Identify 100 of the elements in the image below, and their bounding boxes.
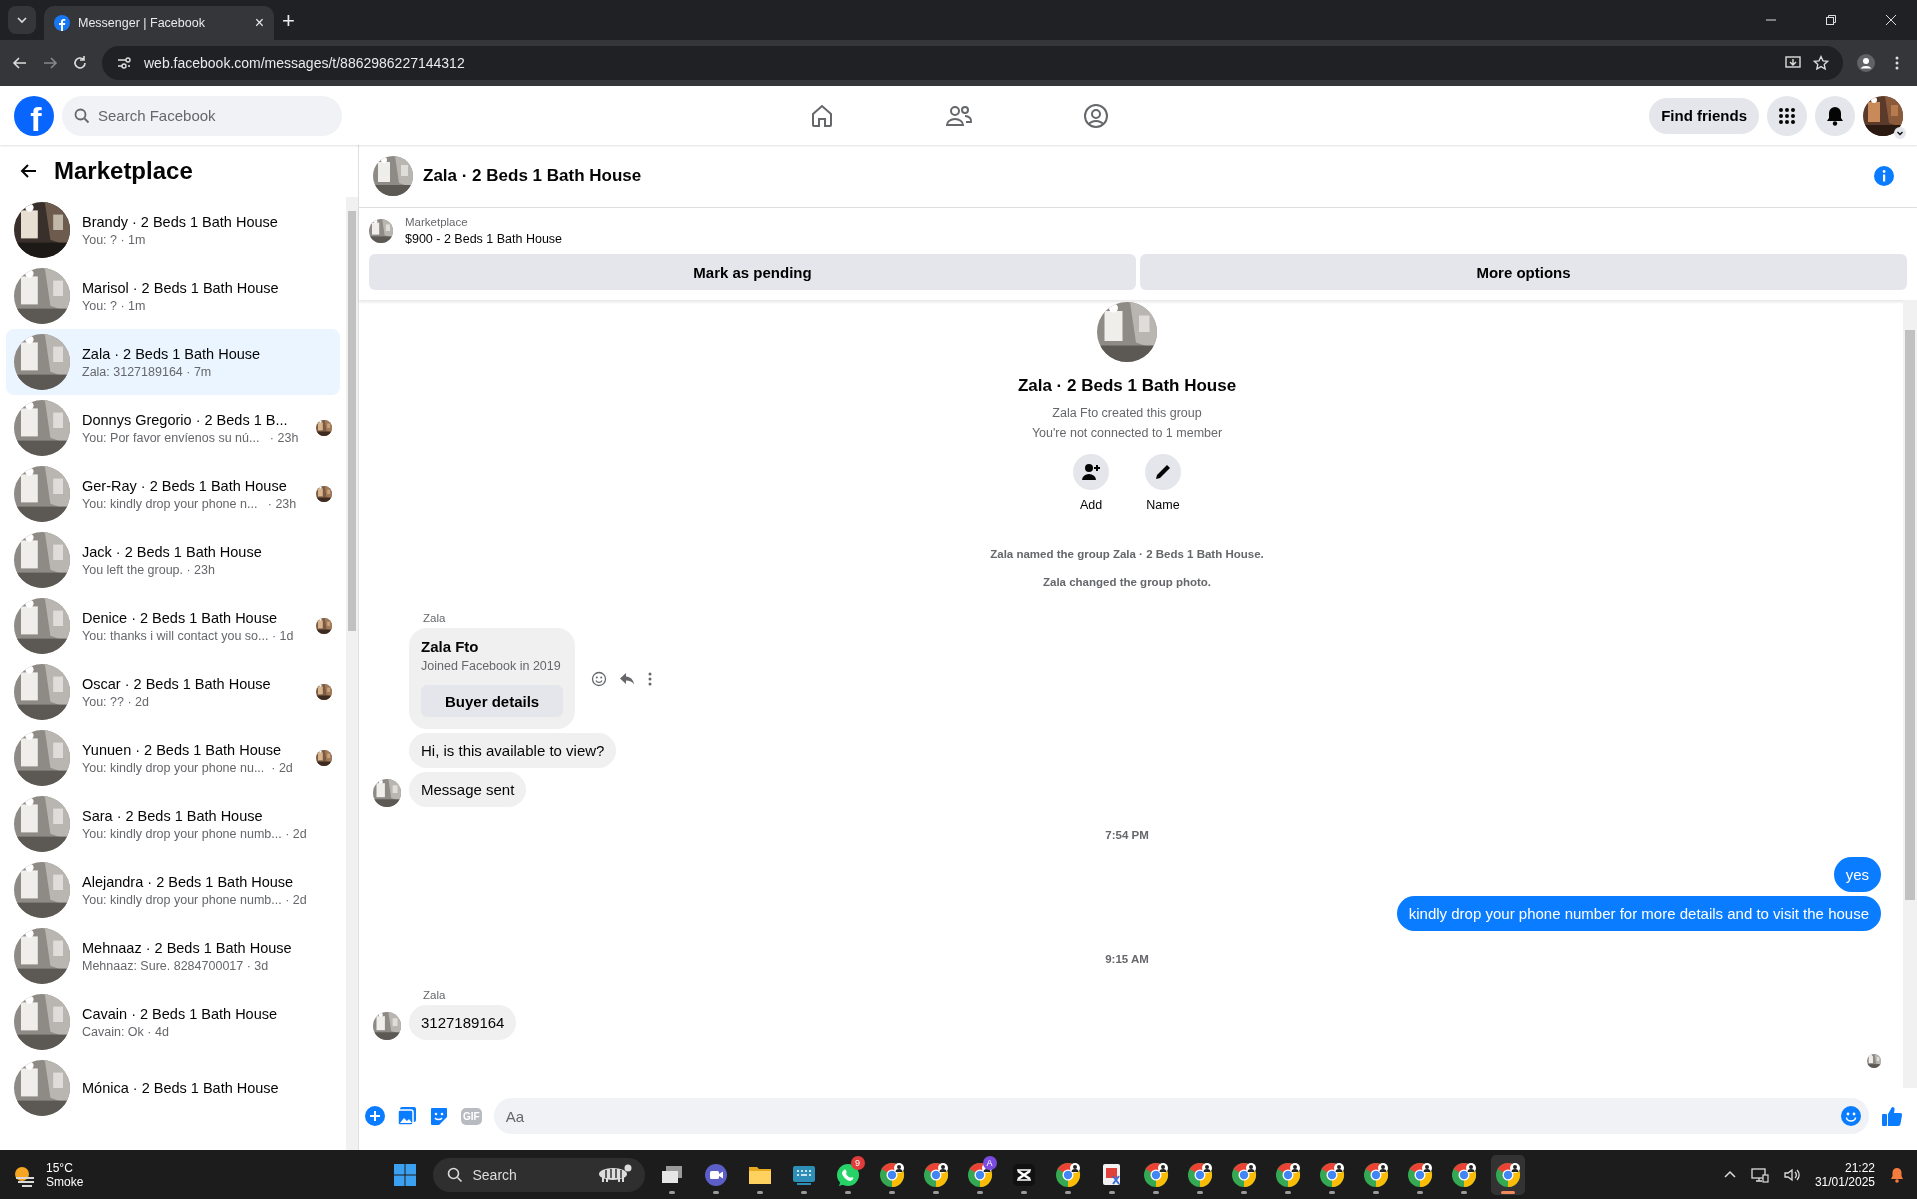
conversation-item[interactable]: Sara · 2 Beds 1 Bath House You: kindly drop your phone numb... · 2d xyxy=(6,791,340,857)
menu-button[interactable] xyxy=(1767,95,1807,136)
browser-icon xyxy=(1406,1161,1433,1188)
back-icon[interactable] xyxy=(12,55,28,71)
browser-tab[interactable]: Messenger | Facebook × xyxy=(44,6,274,40)
forward-icon[interactable] xyxy=(42,55,58,71)
tab-list-button[interactable] xyxy=(8,6,36,34)
emoji-icon[interactable] xyxy=(591,670,608,687)
notification-badge: 9 xyxy=(850,1155,865,1170)
group-title: Zala · 2 Beds 1 Bath House xyxy=(1017,376,1237,396)
taskbar-app[interactable]: A xyxy=(962,1154,997,1195)
conversation-item[interactable]: Marisol · 2 Beds 1 Bath House You: ? · 1m xyxy=(6,263,340,329)
message-field[interactable]: Aa xyxy=(493,1098,1869,1134)
taskbar-app[interactable] xyxy=(1490,1154,1525,1195)
notifications-button[interactable] xyxy=(1815,95,1855,136)
action-button[interactable]: More options xyxy=(1140,254,1907,290)
browser-icon xyxy=(1230,1161,1257,1188)
browser-icon xyxy=(878,1161,905,1188)
bell-icon xyxy=(1825,105,1845,126)
temperature: 15°C xyxy=(46,1160,74,1175)
thumbs-up-icon[interactable] xyxy=(1881,1105,1903,1127)
browser-icon xyxy=(1186,1161,1213,1188)
conversation-item[interactable]: Ger-Ray · 2 Beds 1 Bath House You: kindly drop your phone n... · 23h xyxy=(6,461,340,527)
emoji-icon[interactable] xyxy=(1841,1106,1861,1126)
plus-icon[interactable] xyxy=(365,1106,385,1126)
conversation-item[interactable]: Mehnaaz · 2 Beds 1 Bath House Mehnaaz: Sure. 8284700017 · 3d xyxy=(6,923,340,989)
button-label: Name xyxy=(1146,498,1180,512)
listing-source: Marketplace xyxy=(405,216,469,228)
conversation-item[interactable]: Yunuen · 2 Beds 1 Bath House You: kindly drop your phone nu... · 2d xyxy=(6,725,340,791)
image-icon[interactable] xyxy=(397,1106,417,1126)
clock-time[interactable]: 21:22 xyxy=(1844,1160,1875,1175)
more-icon[interactable] xyxy=(647,670,654,687)
add-person-button[interactable] xyxy=(1073,454,1109,490)
reply-icon[interactable] xyxy=(619,670,636,687)
message-bubble[interactable]: 3127189164 xyxy=(409,1005,517,1040)
button-label: Add xyxy=(1079,498,1103,512)
sticker-icon[interactable] xyxy=(429,1106,449,1126)
listing-title[interactable]: $900 - 2 Beds 1 Bath House xyxy=(405,232,563,246)
message-bubble[interactable]: kindly drop your phone number for more details and to visit the house xyxy=(1396,896,1881,931)
caret-icon[interactable] xyxy=(1894,126,1906,139)
search-field[interactable]: Search Facebook xyxy=(62,95,342,136)
close-tab-button[interactable]: × xyxy=(254,15,264,31)
clock-date[interactable]: 31/01/2025 xyxy=(1814,1174,1875,1189)
browser-icon xyxy=(966,1161,993,1188)
buyer-details-button[interactable]: Buyer details xyxy=(421,685,564,717)
star-icon[interactable] xyxy=(1813,55,1829,71)
conversation-item[interactable]: Denice · 2 Beds 1 Bath House You: thanks i will contact you so... · 1d xyxy=(6,593,340,659)
notification-bell-icon[interactable] xyxy=(1889,1166,1905,1183)
start-icon[interactable] xyxy=(392,1162,417,1187)
address-bar[interactable]: web.facebook.com/messages/t/8862986227144312 xyxy=(102,46,1843,80)
taskbar-app[interactable]: 9 xyxy=(830,1154,865,1195)
card-subtitle: Joined Facebook in 2019 xyxy=(421,659,562,673)
group-info-text: You're not connected to 1 member xyxy=(1031,426,1223,440)
close-icon[interactable] xyxy=(1885,14,1897,26)
taskbar-search[interactable]: Search xyxy=(432,1157,645,1192)
add-person-icon xyxy=(1081,462,1101,482)
search-icon xyxy=(74,107,90,124)
browser-icon xyxy=(1054,1161,1081,1188)
message-bubble[interactable]: yes xyxy=(1833,857,1881,892)
restore-icon[interactable] xyxy=(1825,14,1837,26)
message-bubble[interactable]: Hi, is this available to view? xyxy=(409,733,617,768)
browser-icon xyxy=(1450,1161,1477,1188)
install-icon[interactable] xyxy=(1785,55,1801,71)
message-bubble[interactable]: Message sent xyxy=(409,772,527,807)
conversation-item[interactable]: Alejandra · 2 Beds 1 Bath House You: kindly drop your phone numb... · 2d xyxy=(6,857,340,923)
pencil-icon xyxy=(1153,462,1173,482)
facebook-icon xyxy=(54,15,70,31)
new-tab-button[interactable]: + xyxy=(282,10,295,32)
tab-title: Messenger | Facebook xyxy=(78,16,206,30)
conversation-item[interactable]: Donnys Gregorio · 2 Beds 1 B... You: Por favor envíenos su nú... · 23h xyxy=(6,395,340,461)
scrollbar[interactable] xyxy=(346,197,358,1150)
weather-label: Smoke xyxy=(46,1174,84,1189)
sidebar-title: Marketplace xyxy=(54,157,193,185)
network-icon[interactable] xyxy=(1750,1165,1769,1184)
find-friends-button[interactable]: Find friends xyxy=(1649,97,1759,134)
reload-icon[interactable] xyxy=(72,55,88,71)
phone-chat-icon xyxy=(834,1161,861,1188)
back-arrow-icon[interactable] xyxy=(20,162,38,180)
conversation-item[interactable]: Jack · 2 Beds 1 Bath House You left the group. · 23h xyxy=(6,527,340,593)
search-icon xyxy=(446,1166,463,1183)
browser-icon xyxy=(1362,1161,1389,1188)
conversation-item[interactable]: Zala · 2 Beds 1 Bath House Zala: 3127189164 · 7m xyxy=(6,329,340,395)
edit-name-button[interactable] xyxy=(1145,454,1181,490)
profile-icon[interactable] xyxy=(1857,54,1875,72)
scrollbar[interactable] xyxy=(1903,300,1917,1088)
facebook-logo[interactable]: f xyxy=(14,95,54,136)
video-camera-icon xyxy=(702,1161,729,1188)
conversation-item[interactable]: Mónica · 2 Beds 1 Bath House xyxy=(6,1055,340,1121)
action-button[interactable]: Mark as pending xyxy=(369,254,1136,290)
conversation-item[interactable]: Cavain · 2 Beds 1 Bath House Cavain: Ok · 4d xyxy=(6,989,340,1055)
chat-title: Zala · 2 Beds 1 Bath House xyxy=(423,166,642,186)
system-message: Zala changed the group photo. xyxy=(1043,576,1211,588)
conversation-item[interactable]: Brandy · 2 Beds 1 Bath House You: ? · 1m xyxy=(6,197,340,263)
conversation-item[interactable]: Oscar · 2 Beds 1 Bath House You: ?? · 2d xyxy=(6,659,340,725)
system-message: Zala named the group Zala · 2 Beds 1 Bath House. xyxy=(990,548,1264,560)
profile-circle-icon[interactable] xyxy=(1082,102,1109,129)
timestamp: 9:15 AM xyxy=(1105,953,1149,965)
site-info-icon[interactable] xyxy=(116,55,132,71)
info-icon[interactable] xyxy=(1873,165,1895,187)
sender-name: Zala xyxy=(423,612,447,624)
